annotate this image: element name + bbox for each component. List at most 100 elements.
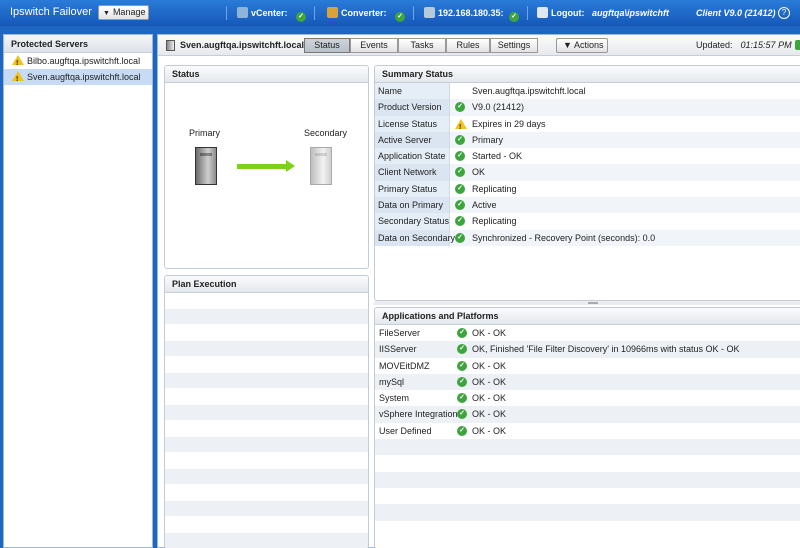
tab-events[interactable]: Events bbox=[350, 38, 398, 53]
check-icon: ✓ bbox=[457, 360, 467, 371]
server-item-bilbo[interactable]: Bilbo.augftqa.ipswitchft.local bbox=[4, 53, 152, 72]
tab-rules[interactable]: Rules bbox=[446, 38, 490, 53]
server-header: Sven.augftqa.ipswitchft.local Status Eve… bbox=[158, 35, 800, 56]
check-icon: ✓ bbox=[455, 167, 465, 178]
summary-label: Name bbox=[375, 83, 450, 100]
check-icon: ✓ bbox=[457, 376, 467, 387]
check-icon: ✓ bbox=[455, 216, 465, 227]
application-status: OK - OK bbox=[472, 425, 507, 436]
application-row[interactable]: MOVEitDMZ ✓ OK - OK bbox=[375, 358, 800, 374]
panel-splitter[interactable] bbox=[374, 301, 800, 305]
app-title: Ipswitch Failover bbox=[10, 6, 92, 18]
application-name: FileServer bbox=[379, 328, 421, 338]
summary-value: Expires in 29 days bbox=[472, 118, 546, 129]
server-item-sven[interactable]: Sven.augftqa.ipswitchft.local bbox=[4, 69, 152, 88]
application-name: MOVEitDMZ bbox=[379, 360, 430, 371]
application-name: User Defined bbox=[379, 425, 432, 436]
application-row[interactable]: vSphere Integration ✓ OK - OK bbox=[375, 406, 800, 423]
help-icon[interactable]: ? bbox=[778, 7, 790, 19]
vcenter-label: vCenter: bbox=[251, 8, 288, 18]
primary-server-icon bbox=[195, 147, 217, 185]
summary-row: Name Sven.augftqa.ipswitchft.local bbox=[375, 83, 800, 100]
summary-row: Product Version ✓ V9.0 (21412) bbox=[375, 99, 800, 116]
empty-row bbox=[375, 504, 800, 521]
summary-row: Data on Primary ✓ Active bbox=[375, 197, 800, 214]
application-status: OK - OK bbox=[472, 409, 507, 420]
check-icon: ✓ bbox=[455, 134, 465, 145]
manage-label: Manage bbox=[112, 7, 146, 17]
application-status: OK, Finished 'File Filter Discovery' in … bbox=[472, 344, 740, 355]
warning-icon bbox=[455, 118, 467, 136]
empty-row bbox=[375, 488, 800, 504]
summary-value: Active bbox=[472, 200, 497, 211]
application-status: OK - OK bbox=[472, 393, 507, 404]
top-bar: Ipswitch Failover ▼ Manage vCenter: ✓ Con… bbox=[0, 0, 800, 26]
protected-servers-panel: Protected Servers Bilbo.augftqa.ipswitch… bbox=[3, 34, 153, 548]
application-row[interactable]: mySql ✓ OK - OK bbox=[375, 373, 800, 391]
summary-row: License Status Expires in 29 days bbox=[375, 115, 800, 136]
main-panel: Sven.augftqa.ipswitchft.local Status Eve… bbox=[157, 34, 800, 548]
server-title: Sven.augftqa.ipswitchft.local bbox=[180, 40, 305, 50]
summary-label: Data on Primary bbox=[375, 197, 450, 214]
toolbar-divider bbox=[314, 6, 315, 20]
actions-button[interactable]: ▼ Actions bbox=[556, 38, 608, 53]
tab-tasks[interactable]: Tasks bbox=[398, 38, 446, 53]
server-icon bbox=[424, 7, 435, 18]
converter-label: Converter: bbox=[341, 8, 387, 18]
application-name: IISServer bbox=[379, 344, 417, 355]
summary-row: Client Network ✓ OK bbox=[375, 164, 800, 181]
summary-row: Secondary Status ✓ Replicating bbox=[375, 213, 800, 230]
summary-label: License Status bbox=[375, 115, 450, 132]
plan-execution-box: Plan Execution bbox=[164, 275, 369, 548]
tab-status[interactable]: Status bbox=[304, 38, 350, 53]
summary-label: Data on Secondary bbox=[375, 229, 455, 246]
check-icon: ✓ bbox=[296, 12, 307, 22]
updated-time: 01:15:57 PM bbox=[740, 40, 792, 50]
summary-label: Product Version bbox=[375, 99, 450, 116]
application-row[interactable]: User Defined ✓ OK - OK bbox=[375, 423, 800, 439]
summary-row: Application State ✓ Started - OK bbox=[375, 148, 800, 165]
plan-execution-list bbox=[165, 293, 368, 548]
summary-row: Primary Status ✓ Replicating bbox=[375, 180, 800, 198]
summary-value: Replicating bbox=[472, 216, 517, 227]
summary-value: Replicating bbox=[472, 183, 517, 194]
client-version: Client V9.0 (21412) bbox=[696, 8, 776, 18]
summary-row: Data on Secondary ✓ Synchronized - Recover… bbox=[375, 229, 800, 246]
empty-row bbox=[375, 455, 800, 471]
server-icon bbox=[166, 40, 175, 51]
secondary-label: Secondary bbox=[304, 128, 348, 138]
check-icon: ✓ bbox=[509, 12, 520, 22]
warning-icon bbox=[12, 55, 24, 72]
tab-settings[interactable]: Settings bbox=[490, 38, 538, 53]
status-box: Status Primary Secondary bbox=[164, 65, 369, 269]
application-name: System bbox=[379, 393, 410, 404]
refresh-icon[interactable] bbox=[795, 40, 800, 50]
application-row[interactable]: FileServer ✓ OK - OK bbox=[375, 325, 800, 341]
server-item-label: Bilbo.augftqa.ipswitchft.local bbox=[27, 56, 141, 66]
check-icon: ✓ bbox=[455, 151, 465, 162]
warning-icon bbox=[12, 71, 24, 88]
converter-status[interactable]: Converter: ✓ bbox=[327, 5, 406, 22]
server-ip-status[interactable]: 192.168.180.35: ✓ bbox=[424, 5, 520, 22]
application-status: OK - OK bbox=[472, 328, 507, 338]
applications-title: Applications and Platforms bbox=[375, 308, 800, 325]
summary-label: Application State bbox=[375, 148, 450, 165]
application-row[interactable]: System ✓ OK - OK bbox=[375, 390, 800, 406]
check-icon: ✓ bbox=[457, 344, 467, 355]
summary-label: Client Network bbox=[375, 164, 450, 181]
application-name: mySql bbox=[379, 376, 405, 387]
summary-status-box: Summary Status Name Sven.augftqa.ipswitch… bbox=[374, 65, 800, 301]
application-row[interactable]: IISServer ✓ OK, Finished 'File Filter Disc… bbox=[375, 341, 800, 358]
application-status: OK - OK bbox=[472, 360, 507, 371]
arrow-right-icon bbox=[286, 160, 295, 172]
secondary-server-icon bbox=[310, 147, 332, 185]
summary-table: Name Sven.augftqa.ipswitchft.local Produc… bbox=[375, 83, 800, 246]
summary-label: Active Server bbox=[375, 131, 450, 149]
check-icon: ✓ bbox=[457, 393, 467, 404]
logout-link[interactable]: Logout: bbox=[537, 5, 584, 21]
application-status: OK - OK bbox=[472, 376, 507, 387]
empty-row bbox=[375, 521, 800, 537]
manage-button[interactable]: ▼ Manage bbox=[98, 5, 149, 20]
toolbar-divider bbox=[527, 6, 528, 20]
vcenter-status[interactable]: vCenter: ✓ bbox=[237, 5, 307, 22]
